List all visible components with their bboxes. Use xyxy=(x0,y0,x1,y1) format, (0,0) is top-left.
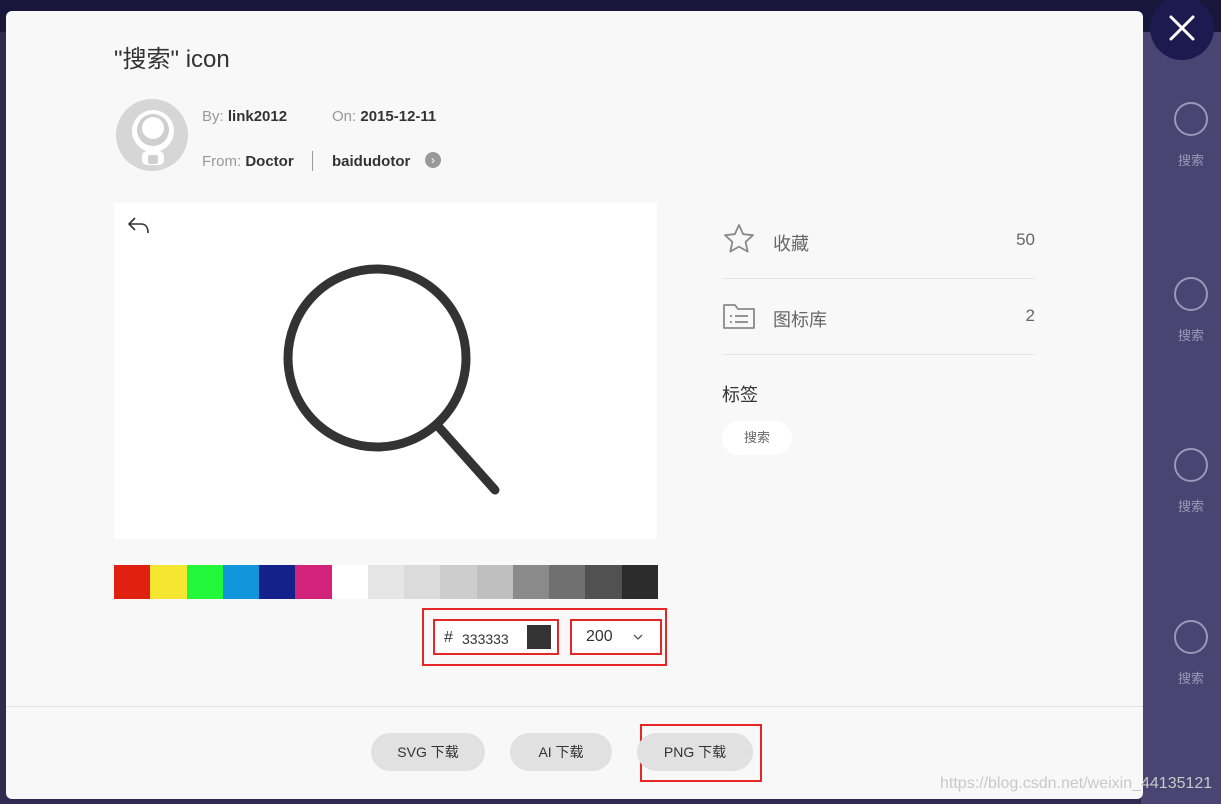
divider xyxy=(312,151,313,171)
close-icon[interactable] xyxy=(1167,13,1197,43)
color-swatch[interactable] xyxy=(549,565,586,599)
library-label: 图标库 xyxy=(773,310,827,330)
library-row[interactable]: 图标库 2 xyxy=(722,278,1035,355)
color-swatch[interactable] xyxy=(331,565,368,599)
color-palette xyxy=(114,565,658,599)
size-value: 200 xyxy=(586,628,613,645)
color-swatch[interactable] xyxy=(150,565,187,599)
color-swatch[interactable] xyxy=(222,565,260,599)
library-name[interactable]: baidudotor xyxy=(332,153,410,170)
source-name[interactable]: Doctor xyxy=(245,153,293,170)
folder-list-icon[interactable] xyxy=(722,298,756,332)
color-swatch[interactable] xyxy=(476,565,513,599)
favorite-count: 50 xyxy=(1016,230,1035,249)
color-chip[interactable] xyxy=(527,625,551,649)
color-swatch[interactable] xyxy=(404,565,441,599)
background-item: 搜索 xyxy=(1161,448,1221,515)
color-swatch[interactable] xyxy=(295,565,332,599)
color-swatch[interactable] xyxy=(512,565,550,599)
hex-value[interactable]: 333333 xyxy=(462,631,509,647)
background-icon-column: 搜索 搜索 搜索 搜索 xyxy=(1141,32,1221,804)
background-item: 搜索 xyxy=(1161,277,1221,344)
search-icon xyxy=(1174,277,1208,311)
color-swatch[interactable] xyxy=(259,565,296,599)
avatar xyxy=(116,99,188,171)
search-icon xyxy=(1174,102,1208,136)
favorite-row[interactable]: 收藏 50 xyxy=(722,202,1035,279)
png-download-button[interactable]: PNG 下载 xyxy=(637,733,753,771)
tags-heading: 标签 xyxy=(722,385,758,405)
date-meta: On: 2015-12-11 xyxy=(332,108,437,125)
color-swatch[interactable] xyxy=(440,565,477,599)
source-meta: From: Doctor xyxy=(202,153,294,170)
color-swatch[interactable] xyxy=(186,565,223,599)
avatar-icon xyxy=(116,99,188,171)
page-title: "搜索" icon xyxy=(114,46,230,73)
svg-download-button[interactable]: SVG 下载 xyxy=(371,733,485,771)
search-icon xyxy=(1174,620,1208,654)
color-swatch[interactable] xyxy=(585,565,622,599)
footer-divider xyxy=(6,706,1143,707)
chevron-down-icon xyxy=(633,634,643,640)
library-count: 2 xyxy=(1025,306,1035,325)
background-item: 搜索 xyxy=(1161,102,1221,169)
ai-download-button[interactable]: AI 下载 xyxy=(510,733,612,771)
color-swatch[interactable] xyxy=(367,565,405,599)
search-icon xyxy=(1174,448,1208,482)
author-meta: By: link2012 xyxy=(202,108,288,125)
icon-detail-modal: "搜索" icon By: link2012 On: 2015-12-11 Fr… xyxy=(6,11,1143,799)
hex-color-input[interactable]: # 333333 xyxy=(433,619,559,655)
library-link[interactable]: baidudotor xyxy=(332,153,410,170)
color-swatch[interactable] xyxy=(114,565,151,599)
background-item: 搜索 xyxy=(1161,620,1221,687)
color-swatch[interactable] xyxy=(621,565,658,599)
tag-chip[interactable]: 搜索 xyxy=(722,421,792,455)
watermark: https://blog.csdn.net/weixin_44135121 xyxy=(940,775,1213,792)
upload-date: 2015-12-11 xyxy=(360,108,437,125)
size-select[interactable]: 200 xyxy=(570,619,662,655)
favorite-label: 收藏 xyxy=(773,234,809,254)
search-icon xyxy=(283,264,500,495)
star-icon[interactable] xyxy=(722,222,756,256)
author-name[interactable]: link2012 xyxy=(228,108,287,125)
chevron-right-circle-icon[interactable]: › xyxy=(425,152,441,168)
icon-preview xyxy=(114,203,657,539)
